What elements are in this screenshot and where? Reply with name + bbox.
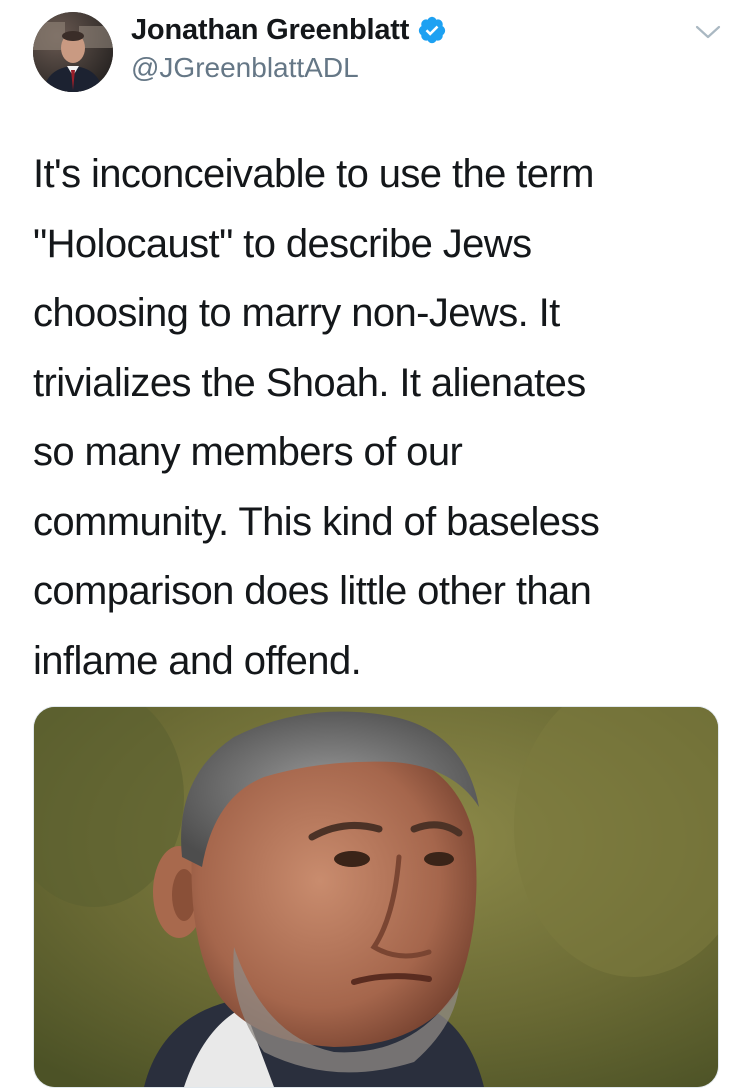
tweet-media-photo[interactable] bbox=[33, 706, 719, 1088]
tweet[interactable]: Jonathan Greenblatt @JGreenblattADL It's… bbox=[0, 0, 749, 1088]
tweet-header: Jonathan Greenblatt @JGreenblattADL bbox=[131, 10, 447, 84]
author-handle[interactable]: @JGreenblattADL bbox=[131, 52, 447, 84]
verified-badge-icon bbox=[419, 16, 446, 44]
author-display-name[interactable]: Jonathan Greenblatt bbox=[131, 14, 409, 47]
tweet-text: It's inconceivable to use the term "Holo… bbox=[33, 152, 600, 683]
man-portrait-photo-icon bbox=[34, 707, 718, 1087]
chevron-down-icon[interactable] bbox=[693, 22, 723, 42]
display-name-row: Jonathan Greenblatt bbox=[131, 10, 447, 50]
avatar-photo-icon bbox=[33, 12, 113, 92]
author-avatar[interactable] bbox=[33, 12, 113, 92]
